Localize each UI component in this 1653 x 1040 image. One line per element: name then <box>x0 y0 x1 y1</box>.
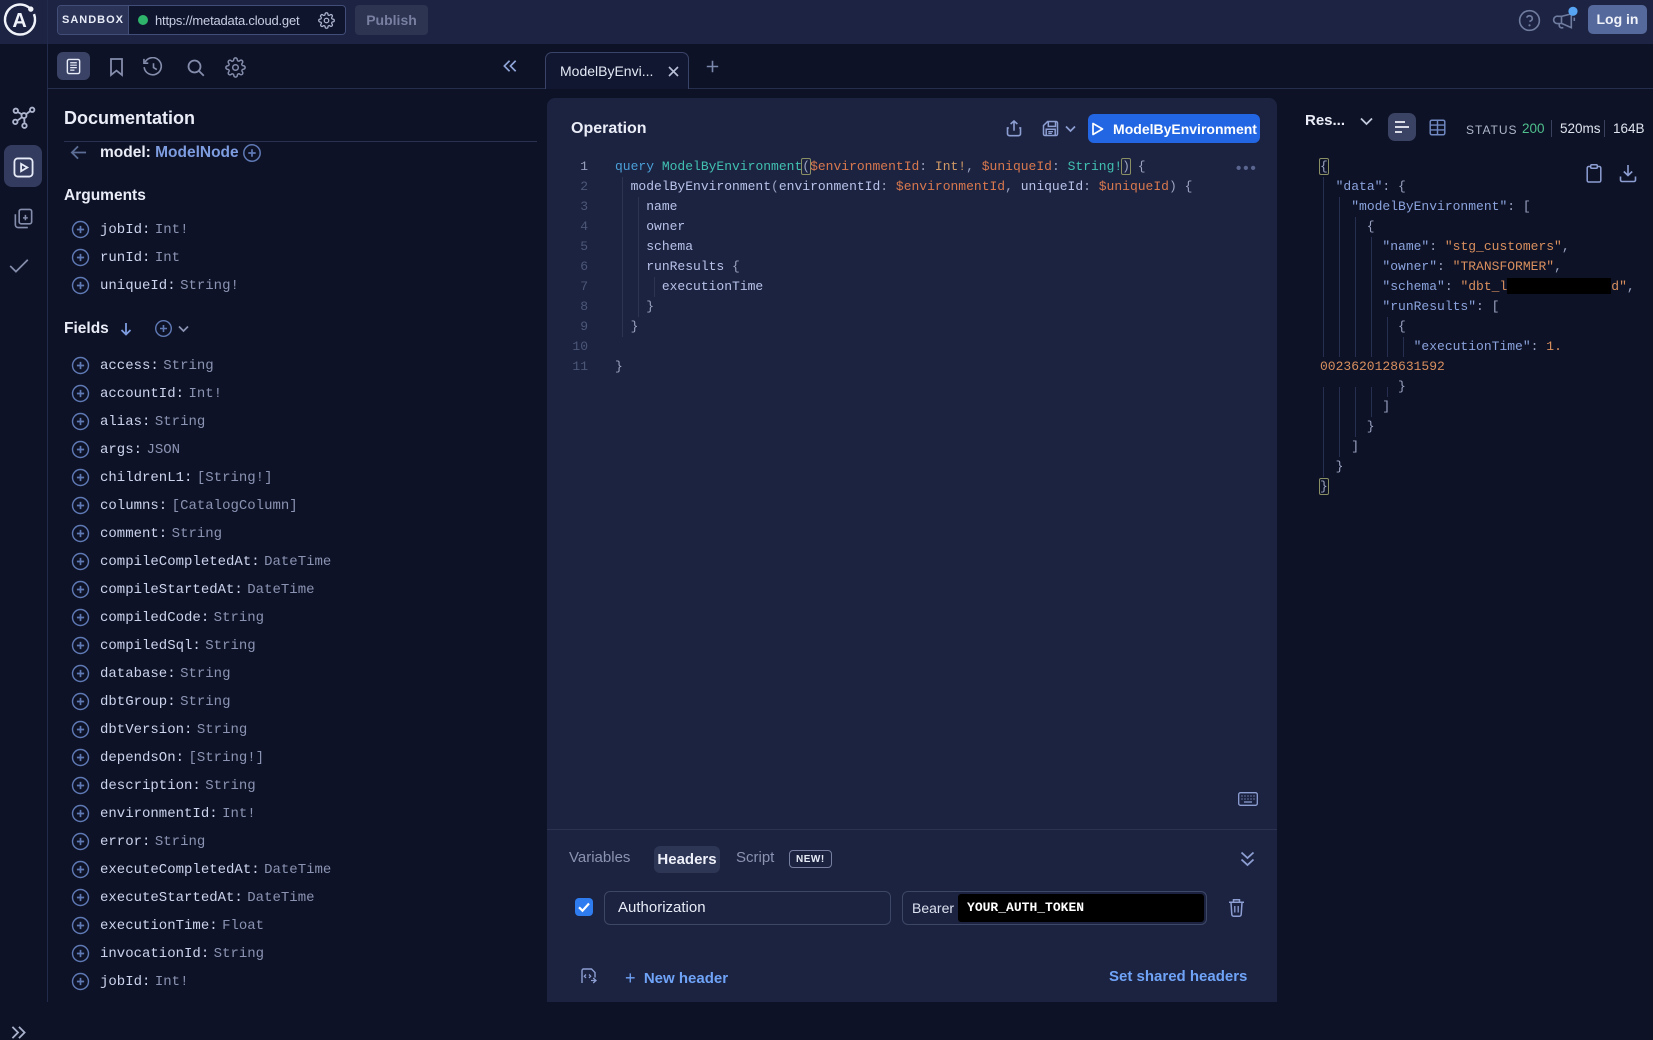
svg-text:A: A <box>12 10 26 32</box>
